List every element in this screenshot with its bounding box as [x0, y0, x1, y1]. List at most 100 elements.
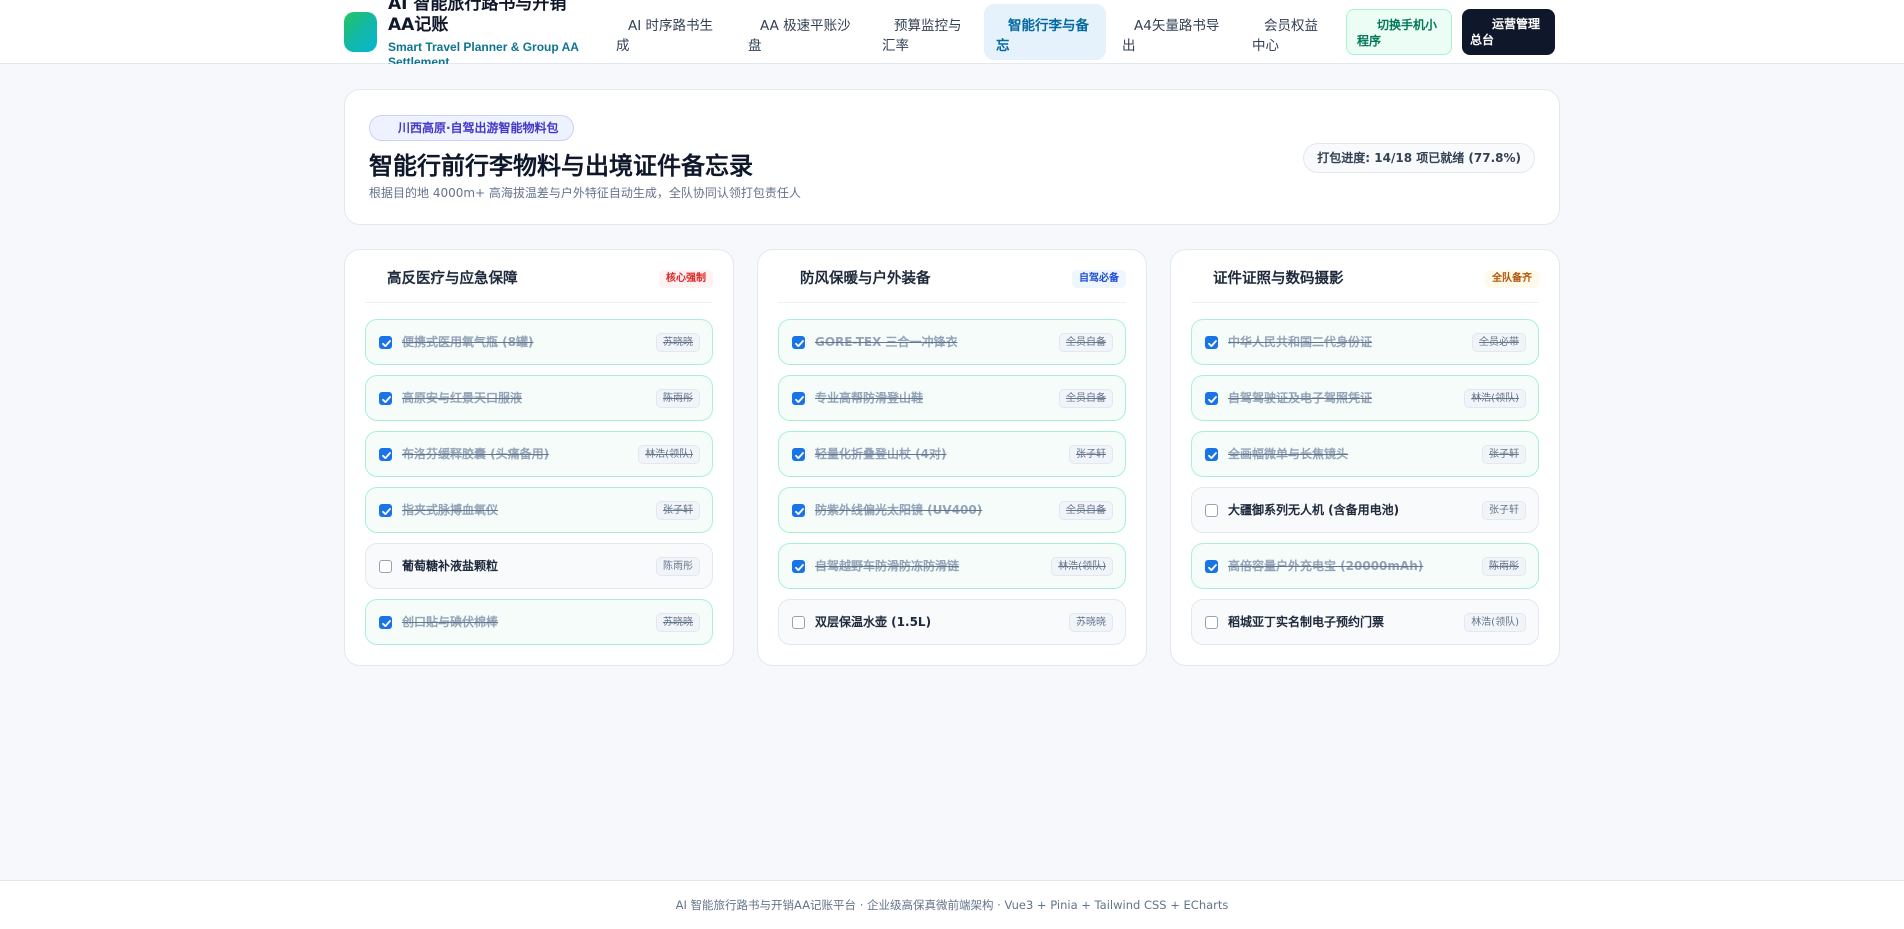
brand-logo	[344, 12, 377, 52]
checkbox-checked[interactable]	[792, 392, 805, 405]
checklist-item[interactable]: 便携式医用氧气瓶 (8罐) 苏晓晓	[365, 319, 713, 365]
checkbox-checked[interactable]	[792, 448, 805, 461]
checkbox-checked[interactable]	[379, 616, 392, 629]
checkmark-icon	[382, 396, 391, 403]
checkmark-icon	[795, 564, 804, 571]
checkbox-checked[interactable]	[379, 336, 392, 349]
checkmark-icon	[382, 620, 391, 627]
nav-member-center[interactable]: 会员权益中心	[1240, 4, 1336, 60]
owner-badge: 全员自备	[1059, 389, 1113, 408]
checklist-item[interactable]: 防紫外线偏光太阳镜 (UV400) 全员自备	[778, 487, 1126, 533]
item-label: 布洛芬缓释胶囊 (头痛备用)	[402, 447, 550, 461]
owner-badge: 张子轩	[1482, 445, 1526, 464]
checkmark-icon	[795, 396, 804, 403]
checkbox-checked[interactable]	[1205, 560, 1218, 573]
nav-luggage-memo[interactable]: 智能行李与备忘	[984, 4, 1106, 60]
switch-mini-program-button[interactable]: 切换手机小程序	[1346, 9, 1452, 55]
trip-tag: 川西高原·自驾出游智能物料包	[369, 115, 574, 141]
nav-label: AA 极速平账沙盘	[748, 18, 851, 54]
item-label: GORE-TEX 三合一冲锋衣	[815, 335, 958, 349]
checkbox-checked[interactable]	[1205, 336, 1218, 349]
checkbox-checked[interactable]	[792, 336, 805, 349]
main-nav: AI 时序路书生成 AA 极速平账沙盘 预算监控与汇率 智能行李与备忘 A4矢量…	[604, 0, 1340, 64]
owner-badge: 苏晓晓	[656, 333, 700, 352]
checkmark-icon	[1208, 340, 1217, 347]
item-label: 创口贴与碘伏棉棒	[402, 615, 499, 629]
checkbox-checked[interactable]	[379, 504, 392, 517]
owner-badge: 苏晓晓	[656, 613, 700, 632]
owner-badge: 林浩(领队)	[1464, 389, 1526, 408]
category-documents-camera: 证件证照与数码摄影 全队备齐 中华人民共和国二代身份证 全员必带自驾驾驶证及电子驾…	[1170, 249, 1560, 666]
checklist-item[interactable]: 高原安与红景天口服液 陈雨彤	[365, 375, 713, 421]
checklist-item[interactable]: 自驾驾驶证及电子驾照凭证 林浩(领队)	[1191, 375, 1539, 421]
checklist-item[interactable]: 大疆御系列无人机 (含备用电池) 张子轩	[1191, 487, 1539, 533]
admin-console-button[interactable]: 运营管理总台	[1462, 9, 1555, 55]
item-label: 指夹式脉搏血氧仪	[402, 503, 499, 517]
checkbox-unchecked[interactable]	[792, 616, 805, 629]
item-label: 中华人民共和国二代身份证	[1228, 335, 1373, 349]
category-header: 高反医疗与应急保障 核心强制	[365, 250, 713, 303]
category-header: 证件证照与数码摄影 全队备齐	[1191, 250, 1539, 303]
nav-label: 智能行李与备忘	[996, 18, 1089, 54]
checklist-item[interactable]: 专业高帮防滑登山鞋 全员自备	[778, 375, 1126, 421]
checklist-item[interactable]: 指夹式脉搏血氧仪 张子轩	[365, 487, 713, 533]
checkbox-unchecked[interactable]	[1205, 504, 1218, 517]
owner-badge: 张子轩	[1482, 501, 1526, 520]
checklist-item[interactable]: 全画幅微单与长焦镜头 张子轩	[1191, 431, 1539, 477]
checklist-item[interactable]: 双层保温水壶 (1.5L) 苏晓晓	[778, 599, 1126, 645]
checkmark-icon	[795, 340, 804, 347]
checklist-item[interactable]: 自驾越野车防滑防冻防滑链 林浩(领队)	[778, 543, 1126, 589]
checkbox-checked[interactable]	[379, 392, 392, 405]
item-label: 轻量化折叠登山杖 (4对)	[815, 447, 947, 461]
owner-badge: 张子轩	[656, 501, 700, 520]
item-label: 大疆御系列无人机 (含备用电池)	[1228, 503, 1400, 517]
item-label: 双层保温水壶 (1.5L)	[815, 615, 932, 629]
category-badge: 自驾必备	[1072, 270, 1126, 288]
category-title: 证件证照与数码摄影	[1213, 271, 1344, 287]
owner-badge: 全员必带	[1472, 333, 1526, 352]
category-title: 高反医疗与应急保障	[387, 271, 518, 287]
checkbox-checked[interactable]	[1205, 392, 1218, 405]
switch-mini-program-label: 切换手机小程序	[1357, 18, 1438, 48]
trip-tag-label: 川西高原·自驾出游智能物料包	[398, 121, 559, 135]
item-label: 专业高帮防滑登山鞋	[815, 391, 924, 405]
checkbox-unchecked[interactable]	[379, 560, 392, 573]
owner-badge: 苏晓晓	[1069, 613, 1113, 632]
checklist-item[interactable]: 布洛芬缓释胶囊 (头痛备用) 林浩(领队)	[365, 431, 713, 477]
checklist-item[interactable]: 创口贴与碘伏棉棒 苏晓晓	[365, 599, 713, 645]
item-label: 高倍容量户外充电宝 (20000mAh)	[1228, 559, 1424, 573]
footer: AI 智能旅行路书与开销AA记账平台 · 企业级高保真微前端架构 · Vue3 …	[0, 880, 1904, 929]
checkbox-checked[interactable]	[379, 448, 392, 461]
checklist-item[interactable]: 高倍容量户外充电宝 (20000mAh) 陈雨彤	[1191, 543, 1539, 589]
checklist-item[interactable]: GORE-TEX 三合一冲锋衣 全员自备	[778, 319, 1126, 365]
owner-badge: 全员自备	[1059, 501, 1113, 520]
owner-badge: 全员自备	[1059, 333, 1113, 352]
nav-label: 预算监控与汇率	[882, 18, 962, 54]
item-label: 自驾越野车防滑防冻防滑链	[815, 559, 960, 573]
owner-badge: 陈雨彤	[656, 557, 700, 576]
owner-badge: 陈雨彤	[656, 389, 700, 408]
checkbox-checked[interactable]	[1205, 448, 1218, 461]
category-outdoor-gear: 防风保暖与户外装备 自驾必备 GORE-TEX 三合一冲锋衣 全员自备 专业高帮防滑…	[757, 249, 1147, 666]
checkbox-checked[interactable]	[792, 560, 805, 573]
owner-badge: 张子轩	[1069, 445, 1113, 464]
category-title: 防风保暖与户外装备	[800, 271, 931, 287]
nav-aa-settlement[interactable]: AA 极速平账沙盘	[736, 4, 866, 60]
checkbox-checked[interactable]	[792, 504, 805, 517]
nav-a4-export[interactable]: A4矢量路书导出	[1110, 4, 1236, 60]
item-label: 高原安与红景天口服液	[402, 391, 523, 405]
checkbox-unchecked[interactable]	[1205, 616, 1218, 629]
checkmark-icon	[382, 340, 391, 347]
brand-subtitle: Smart Travel Planner & Group AA Settleme…	[388, 40, 579, 64]
checklist-item[interactable]: 稻城亚丁实名制电子预约门票 林浩(领队)	[1191, 599, 1539, 645]
owner-badge: 林浩(领队)	[638, 445, 700, 464]
checklist-item[interactable]: 葡萄糖补液盐颗粒 陈雨彤	[365, 543, 713, 589]
page-title: 智能行前行李物料与出境证件备忘录	[369, 152, 753, 180]
checklist-item[interactable]: 轻量化折叠登山杖 (4对) 张子轩	[778, 431, 1126, 477]
nav-label: AI 时序路书生成	[616, 18, 714, 54]
nav-budget-monitor[interactable]: 预算监控与汇率	[870, 4, 980, 60]
admin-console-label: 运营管理总台	[1470, 17, 1541, 47]
checklist-item[interactable]: 中华人民共和国二代身份证 全员必带	[1191, 319, 1539, 365]
nav-ai-itinerary[interactable]: AI 时序路书生成	[604, 4, 732, 60]
top-header: AI 智能旅行路书与开销AA记账 Smart Travel Planner & …	[0, 0, 1904, 64]
